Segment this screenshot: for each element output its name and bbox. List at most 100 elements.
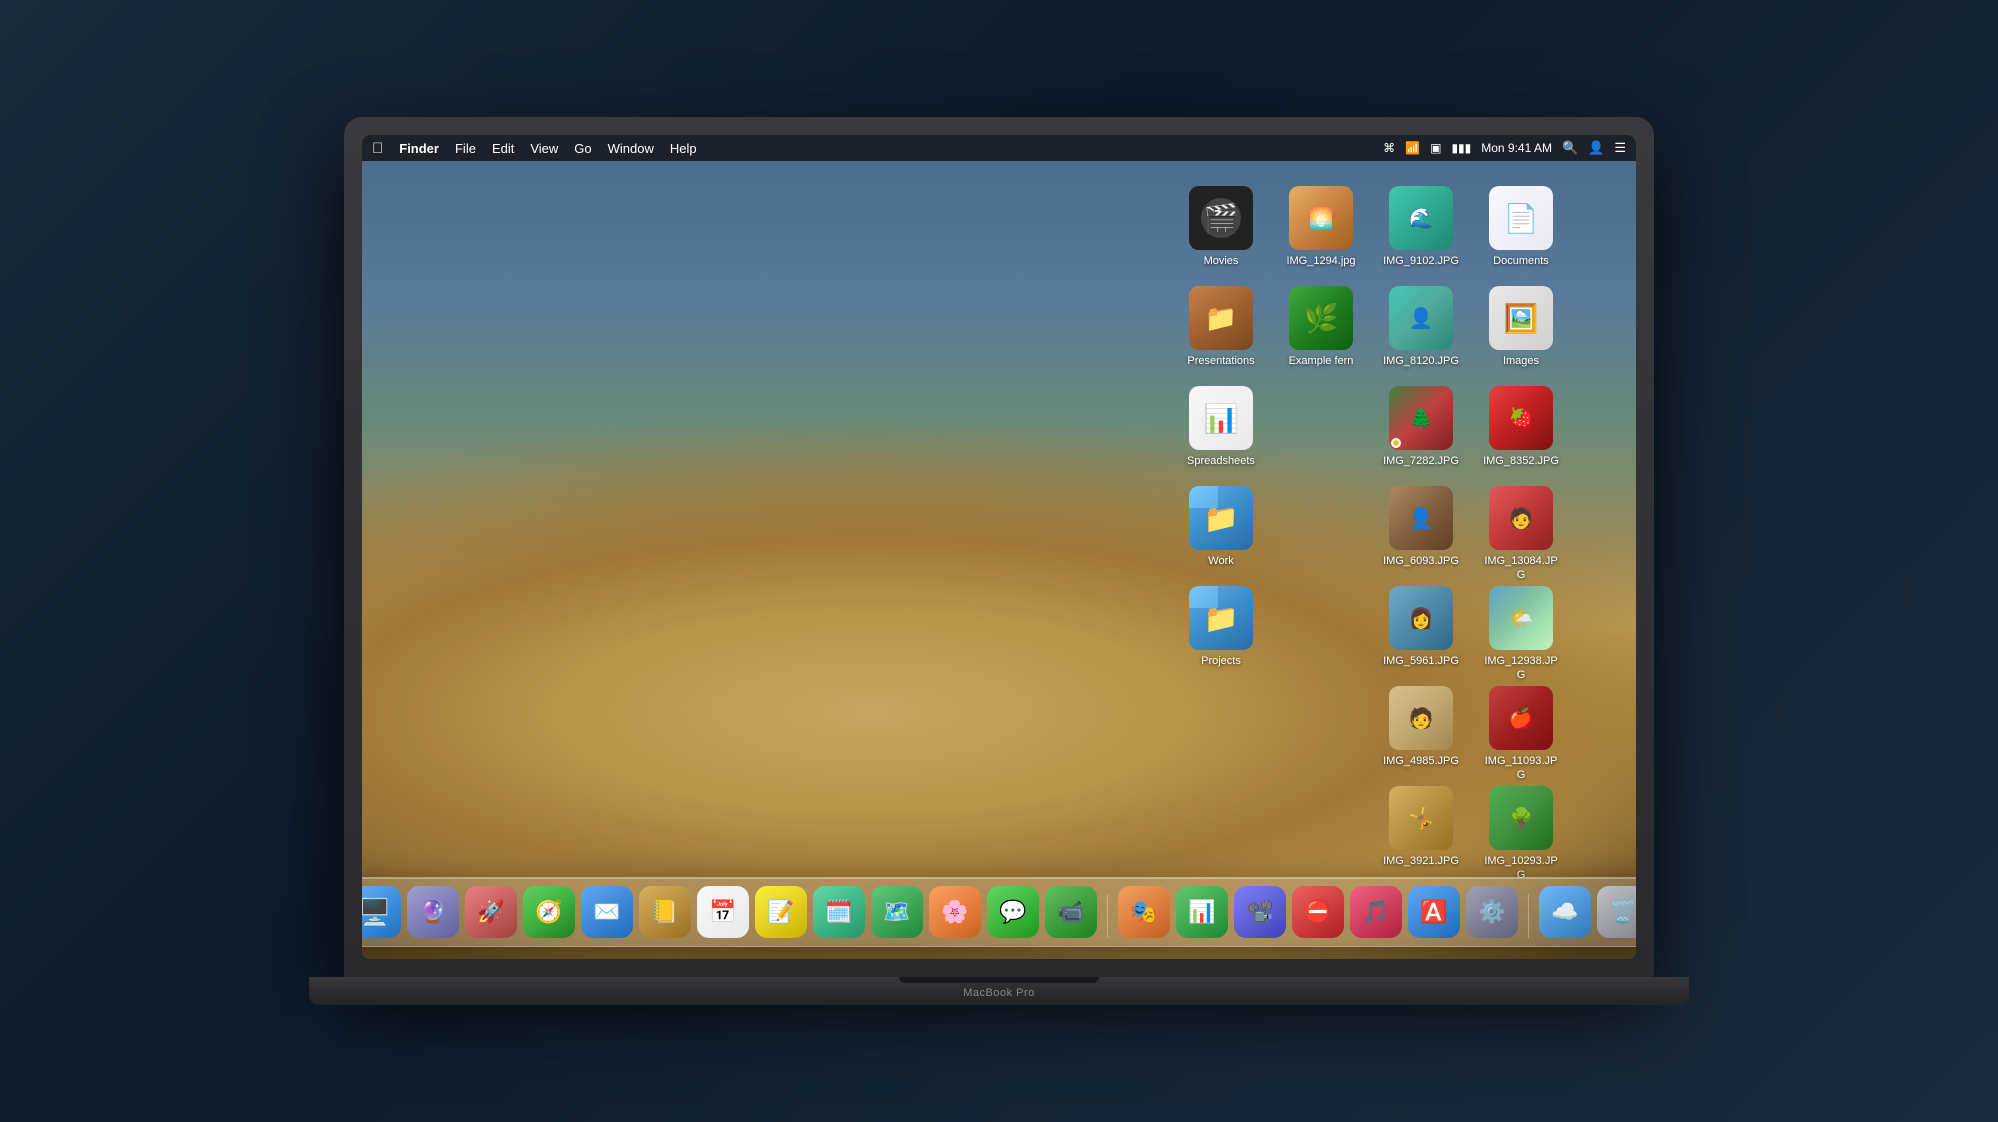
dock-calendar[interactable]: 📅 — [697, 886, 749, 938]
img3921-label: IMG_3921.JPG — [1383, 854, 1459, 868]
projects-icon-image: 📁 — [1189, 586, 1253, 650]
presentations-icon-image: 📁 — [1189, 286, 1253, 350]
desktop-icon-img3921[interactable]: 🤸 IMG_3921.JPG — [1376, 780, 1466, 874]
music-icon: 🎵 — [1362, 899, 1389, 925]
dock-music[interactable]: 🎵 — [1350, 886, 1402, 938]
go-menu[interactable]: Go — [574, 141, 591, 156]
dock-siri[interactable]: 🔮 — [407, 886, 459, 938]
work-label: Work — [1208, 554, 1233, 568]
desktop-icon-img11093[interactable]: 🍎 IMG_11093.JPG — [1476, 680, 1566, 789]
wifi-icon[interactable]: ⌘ — [1383, 141, 1395, 155]
presenter-icon: 📽️ — [1246, 899, 1273, 925]
dock-stickies[interactable]: 🗓️ — [813, 886, 865, 938]
dock-appstore[interactable]: 🅰️ — [1408, 886, 1460, 938]
desktop-icon-presentations[interactable]: 📁 Presentations — [1176, 280, 1266, 374]
desktop-icon-img13084[interactable]: 🧑 IMG_13084.JPG — [1476, 480, 1566, 589]
desktop-icon-images[interactable]: 🖼️ Images — [1476, 280, 1566, 374]
messages-icon: 💬 — [999, 899, 1026, 925]
img3921-icon-image: 🤸 — [1389, 786, 1453, 850]
documents-label: Documents — [1493, 254, 1549, 268]
dock: 🖥️ 🔮 🚀 🧭 ✉️ — [362, 877, 1636, 947]
mail-icon: ✉️ — [593, 899, 620, 925]
presentations-label: Presentations — [1187, 354, 1254, 368]
list-icon[interactable]: ☰ — [1614, 140, 1626, 156]
spreadsheets-icon-image: 📊 — [1189, 386, 1253, 450]
work-icon-image: 📁 — [1189, 486, 1253, 550]
wifi-signal-icon[interactable]: 📶 — [1405, 141, 1420, 155]
dock-messages[interactable]: 💬 — [987, 886, 1039, 938]
documents-icon-image: 📄 — [1489, 186, 1553, 250]
dock-sysprefs[interactable]: ⚙️ — [1466, 886, 1518, 938]
dock-safari[interactable]: 🧭 — [523, 886, 575, 938]
dnd-icon: ⛔ — [1304, 899, 1331, 925]
desktop[interactable]:  Finder File Edit View Go Window Help ⌘… — [362, 135, 1636, 959]
desktop-icon-img1294[interactable]: 🌅 IMG_1294.jpg — [1276, 180, 1366, 274]
img9102-icon-image: 🌊 — [1389, 186, 1453, 250]
view-menu[interactable]: View — [530, 141, 558, 156]
maps-icon: 🗺️ — [883, 899, 910, 925]
desktop-icon-documents[interactable]: 📄 Documents — [1476, 180, 1566, 274]
finder-menu[interactable]: Finder — [399, 141, 439, 156]
desktop-icon-img8352[interactable]: 🍓 IMG_8352.JPG — [1476, 380, 1566, 474]
macbook-label: MacBook Pro — [963, 987, 1035, 999]
dock-numbers[interactable]: 📊 — [1176, 886, 1228, 938]
desktop-icon-img6093[interactable]: 👤 IMG_6093.JPG — [1376, 480, 1466, 574]
battery-icon[interactable]: ▮▮▮ — [1451, 141, 1471, 155]
desktop-icon-img7282[interactable]: 🌲 IMG_7282.JPG — [1376, 380, 1466, 474]
desktop-icon-img5961[interactable]: 👩 IMG_5961.JPG — [1376, 580, 1466, 674]
img5961-icon-image: 👩 — [1389, 586, 1453, 650]
img1294-icon-image: 🌅 — [1289, 186, 1353, 250]
img11093-label: IMG_11093.JPG — [1482, 754, 1560, 783]
file-menu[interactable]: File — [455, 141, 476, 156]
img4985-label: IMG_4985.JPG — [1383, 754, 1459, 768]
desktop-icon-img4985[interactable]: 🧑 IMG_4985.JPG — [1376, 680, 1466, 774]
dock-photos[interactable]: 🌸 — [929, 886, 981, 938]
img9102-label: IMG_9102.JPG — [1383, 254, 1459, 268]
dock-dnd[interactable]: ⛔ — [1292, 886, 1344, 938]
img12938-icon-image: 🌤️ — [1489, 586, 1553, 650]
dock-trash[interactable]: 🗑️ — [1597, 886, 1636, 938]
edit-menu[interactable]: Edit — [492, 141, 514, 156]
dock-icloud[interactable]: ☁️ — [1539, 886, 1591, 938]
dock-mail[interactable]: ✉️ — [581, 886, 633, 938]
img1294-label: IMG_1294.jpg — [1286, 254, 1355, 268]
movies-icon-image: 🎬 — [1189, 186, 1253, 250]
desktop-icon-work[interactable]: 📁 Work — [1176, 480, 1266, 574]
movies-label: Movies — [1204, 254, 1239, 268]
dock-notebook[interactable]: 📒 — [639, 886, 691, 938]
desktop-icon-img9102[interactable]: 🌊 IMG_9102.JPG — [1376, 180, 1466, 274]
example-fern-icon-image: 🌿 — [1289, 286, 1353, 350]
img5961-label: IMG_5961.JPG — [1383, 654, 1459, 668]
dock-maps[interactable]: 🗺️ — [871, 886, 923, 938]
desktop-icon-projects[interactable]: 📁 Projects — [1176, 580, 1266, 674]
desktop-icon-img8120[interactable]: 👤 IMG_8120.JPG — [1376, 280, 1466, 374]
search-icon[interactable]: 🔍 — [1562, 140, 1578, 156]
img7282-label: IMG_7282.JPG — [1383, 454, 1459, 468]
img8352-label: IMG_8352.JPG — [1483, 454, 1559, 468]
help-menu[interactable]: Help — [670, 141, 697, 156]
img6093-label: IMG_6093.JPG — [1383, 554, 1459, 568]
images-icon-image: 🖼️ — [1489, 286, 1553, 350]
display-icon[interactable]: ▣ — [1430, 141, 1441, 155]
desktop-icon-example-fern[interactable]: 🌿 Example fern — [1276, 280, 1366, 374]
menubar-right: ⌘ 📶 ▣ ▮▮▮ Mon 9:41 AM 🔍 👤 ☰ — [1383, 140, 1626, 156]
apple-menu[interactable]:  — [372, 140, 383, 157]
dock-keynote[interactable]: 🎭 — [1118, 886, 1170, 938]
desktop-icon-movies[interactable]: 🎬 Movies — [1176, 180, 1266, 274]
dock-presenter[interactable]: 📽️ — [1234, 886, 1286, 938]
img6093-icon-image: 👤 — [1389, 486, 1453, 550]
desktop-icon-img10293[interactable]: 🌳 IMG_10293.JPG — [1476, 780, 1566, 889]
stickies-icon: 🗓️ — [825, 899, 852, 925]
dock-finder[interactable]: 🖥️ — [362, 886, 401, 938]
window-menu[interactable]: Window — [608, 141, 654, 156]
desktop-icon-spreadsheets[interactable]: 📊 Spreadsheets — [1176, 380, 1266, 474]
dock-launchpad[interactable]: 🚀 — [465, 886, 517, 938]
user-icon[interactable]: 👤 — [1588, 140, 1604, 156]
dock-facetime[interactable]: 📹 — [1045, 886, 1097, 938]
dock-notes[interactable]: 📝 — [755, 886, 807, 938]
img11093-icon-image: 🍎 — [1489, 686, 1553, 750]
desktop-icon-img12938[interactable]: 🌤️ IMG_12938.JPG — [1476, 580, 1566, 689]
icloud-icon: ☁️ — [1551, 899, 1578, 925]
launchpad-icon: 🚀 — [477, 899, 504, 925]
img7282-icon-image: 🌲 — [1389, 386, 1453, 450]
